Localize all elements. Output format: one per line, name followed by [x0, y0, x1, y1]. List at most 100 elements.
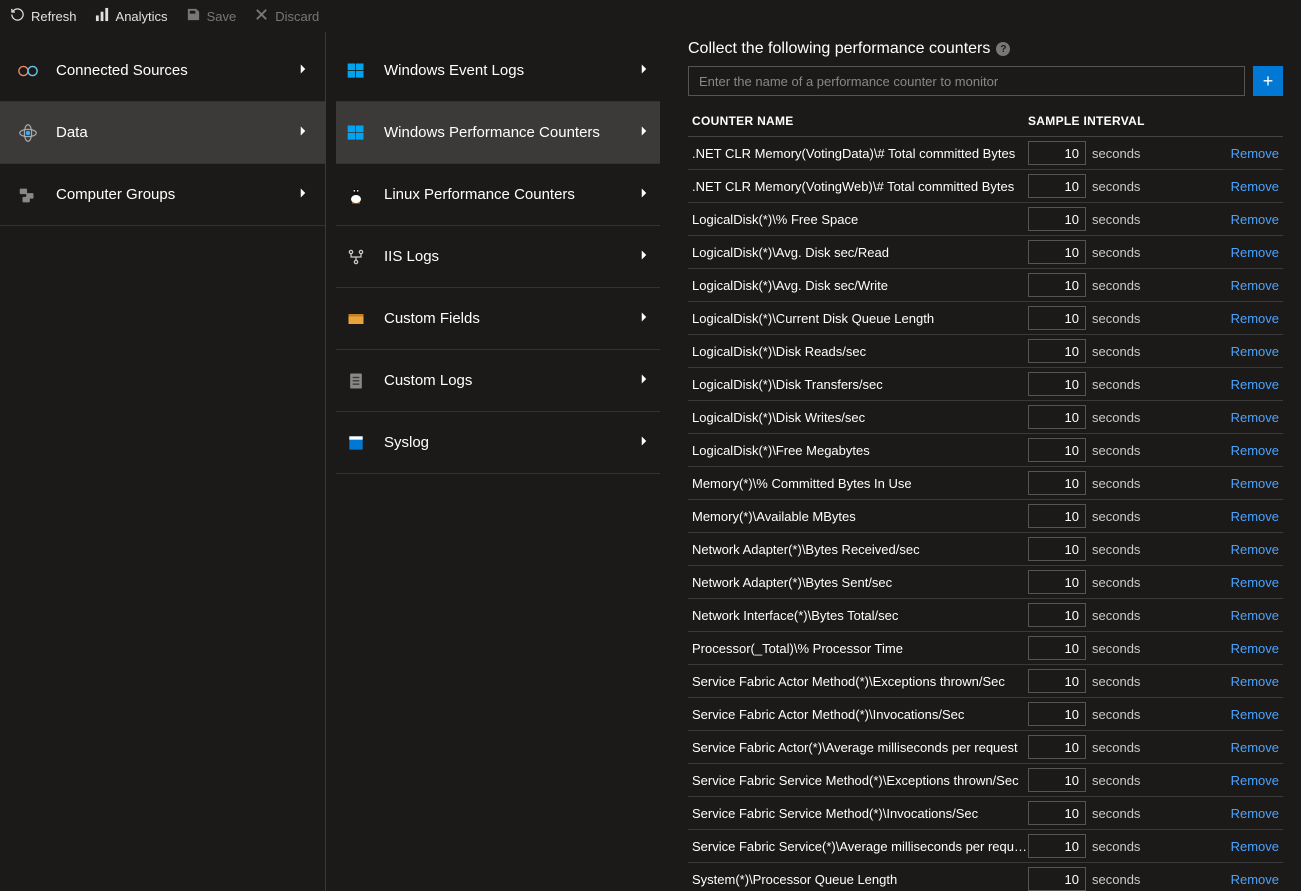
table-row: LogicalDisk(*)\Disk Writes/secsecondsRem…: [688, 401, 1283, 434]
plus-icon: +: [1263, 71, 1274, 92]
remove-cell: Remove: [1213, 641, 1283, 656]
interval-input[interactable]: [1028, 669, 1086, 693]
discard-label: Discard: [275, 9, 319, 24]
remove-link[interactable]: Remove: [1231, 509, 1279, 524]
remove-link[interactable]: Remove: [1231, 575, 1279, 590]
refresh-button[interactable]: Refresh: [10, 7, 77, 25]
col-header-name: COUNTER NAME: [688, 114, 1028, 128]
custom-logs-icon: [342, 367, 370, 395]
table-row: Network Interface(*)\Bytes Total/secseco…: [688, 599, 1283, 632]
interval-input[interactable]: [1028, 867, 1086, 891]
interval-input[interactable]: [1028, 273, 1086, 297]
interval-input[interactable]: [1028, 702, 1086, 726]
remove-link[interactable]: Remove: [1231, 245, 1279, 260]
counter-name: Memory(*)\% Committed Bytes In Use: [688, 476, 1028, 491]
interval-input[interactable]: [1028, 174, 1086, 198]
interval-input[interactable]: [1028, 372, 1086, 396]
remove-cell: Remove: [1213, 410, 1283, 425]
counter-name: Network Interface(*)\Bytes Total/sec: [688, 608, 1028, 623]
interval-input[interactable]: [1028, 240, 1086, 264]
remove-link[interactable]: Remove: [1231, 773, 1279, 788]
remove-link[interactable]: Remove: [1231, 311, 1279, 326]
datamenu-item-custom-fields[interactable]: Custom Fields: [336, 288, 660, 350]
interval-unit: seconds: [1092, 575, 1140, 590]
discard-button[interactable]: Discard: [254, 7, 319, 25]
add-counter-button[interactable]: +: [1253, 66, 1283, 96]
interval-input[interactable]: [1028, 636, 1086, 660]
info-icon[interactable]: ?: [996, 42, 1010, 56]
interval-cell: seconds: [1028, 405, 1213, 429]
counter-name: Service Fabric Service(*)\Average millis…: [688, 839, 1028, 854]
table-row: LogicalDisk(*)\Avg. Disk sec/Readseconds…: [688, 236, 1283, 269]
remove-link[interactable]: Remove: [1231, 344, 1279, 359]
interval-cell: seconds: [1028, 702, 1213, 726]
remove-link[interactable]: Remove: [1231, 872, 1279, 887]
remove-link[interactable]: Remove: [1231, 542, 1279, 557]
datamenu-item-windows-performance-counters[interactable]: Windows Performance Counters: [336, 102, 660, 164]
interval-input[interactable]: [1028, 306, 1086, 330]
remove-link[interactable]: Remove: [1231, 443, 1279, 458]
datamenu-item-syslog[interactable]: Syslog: [336, 412, 660, 474]
interval-input[interactable]: [1028, 405, 1086, 429]
interval-cell: seconds: [1028, 306, 1213, 330]
counter-name-input[interactable]: [688, 66, 1245, 96]
remove-link[interactable]: Remove: [1231, 212, 1279, 227]
datamenu-item-iis-logs[interactable]: IIS Logs: [336, 226, 660, 288]
interval-input[interactable]: [1028, 570, 1086, 594]
interval-cell: seconds: [1028, 603, 1213, 627]
remove-link[interactable]: Remove: [1231, 278, 1279, 293]
remove-link[interactable]: Remove: [1231, 377, 1279, 392]
table-row: Service Fabric Actor Method(*)\Invocatio…: [688, 698, 1283, 731]
remove-link[interactable]: Remove: [1231, 146, 1279, 161]
interval-input[interactable]: [1028, 504, 1086, 528]
remove-link[interactable]: Remove: [1231, 641, 1279, 656]
counter-name: LogicalDisk(*)\Free Megabytes: [688, 443, 1028, 458]
datamenu-item-linux-performance-counters[interactable]: Linux Performance Counters: [336, 164, 660, 226]
analytics-icon: [95, 7, 110, 25]
sidebar-item-computer-groups[interactable]: Computer Groups: [0, 164, 325, 226]
datamenu-item-label: IIS Logs: [384, 248, 638, 265]
interval-input[interactable]: [1028, 537, 1086, 561]
analytics-button[interactable]: Analytics: [95, 7, 168, 25]
remove-cell: Remove: [1213, 245, 1283, 260]
chevron-right-icon: [297, 186, 309, 203]
table-row: Service Fabric Actor Method(*)\Exception…: [688, 665, 1283, 698]
interval-input[interactable]: [1028, 207, 1086, 231]
remove-link[interactable]: Remove: [1231, 674, 1279, 689]
interval-cell: seconds: [1028, 438, 1213, 462]
counter-name: .NET CLR Memory(VotingData)\# Total comm…: [688, 146, 1028, 161]
remove-link[interactable]: Remove: [1231, 476, 1279, 491]
interval-input[interactable]: [1028, 438, 1086, 462]
interval-input[interactable]: [1028, 801, 1086, 825]
interval-input[interactable]: [1028, 141, 1086, 165]
data-icon: [14, 119, 42, 147]
remove-link[interactable]: Remove: [1231, 740, 1279, 755]
chevron-right-icon: [638, 62, 650, 79]
interval-input[interactable]: [1028, 339, 1086, 363]
remove-link[interactable]: Remove: [1231, 707, 1279, 722]
interval-input[interactable]: [1028, 471, 1086, 495]
remove-link[interactable]: Remove: [1231, 806, 1279, 821]
sidebar-item-data[interactable]: Data: [0, 102, 325, 164]
interval-input[interactable]: [1028, 735, 1086, 759]
toolbar: Refresh Analytics Save Discard: [0, 0, 1301, 32]
counter-name: System(*)\Processor Queue Length: [688, 872, 1028, 887]
linux-icon: [342, 181, 370, 209]
remove-link[interactable]: Remove: [1231, 410, 1279, 425]
connected-sources-icon: [14, 57, 42, 85]
sidebar-item-connected-sources[interactable]: Connected Sources: [0, 40, 325, 102]
remove-link[interactable]: Remove: [1231, 179, 1279, 194]
panel-heading: Collect the following performance counte…: [688, 40, 1283, 58]
datamenu-item-custom-logs[interactable]: Custom Logs: [336, 350, 660, 412]
datamenu-item-windows-event-logs[interactable]: Windows Event Logs: [336, 40, 660, 102]
table-row: Processor(_Total)\% Processor Timesecond…: [688, 632, 1283, 665]
interval-input[interactable]: [1028, 768, 1086, 792]
remove-link[interactable]: Remove: [1231, 839, 1279, 854]
counter-name: .NET CLR Memory(VotingWeb)\# Total commi…: [688, 179, 1028, 194]
table-row: LogicalDisk(*)\Disk Transfers/secseconds…: [688, 368, 1283, 401]
remove-link[interactable]: Remove: [1231, 608, 1279, 623]
interval-input[interactable]: [1028, 603, 1086, 627]
interval-input[interactable]: [1028, 834, 1086, 858]
save-button[interactable]: Save: [186, 7, 237, 25]
counter-name: Service Fabric Actor(*)\Average millisec…: [688, 740, 1028, 755]
